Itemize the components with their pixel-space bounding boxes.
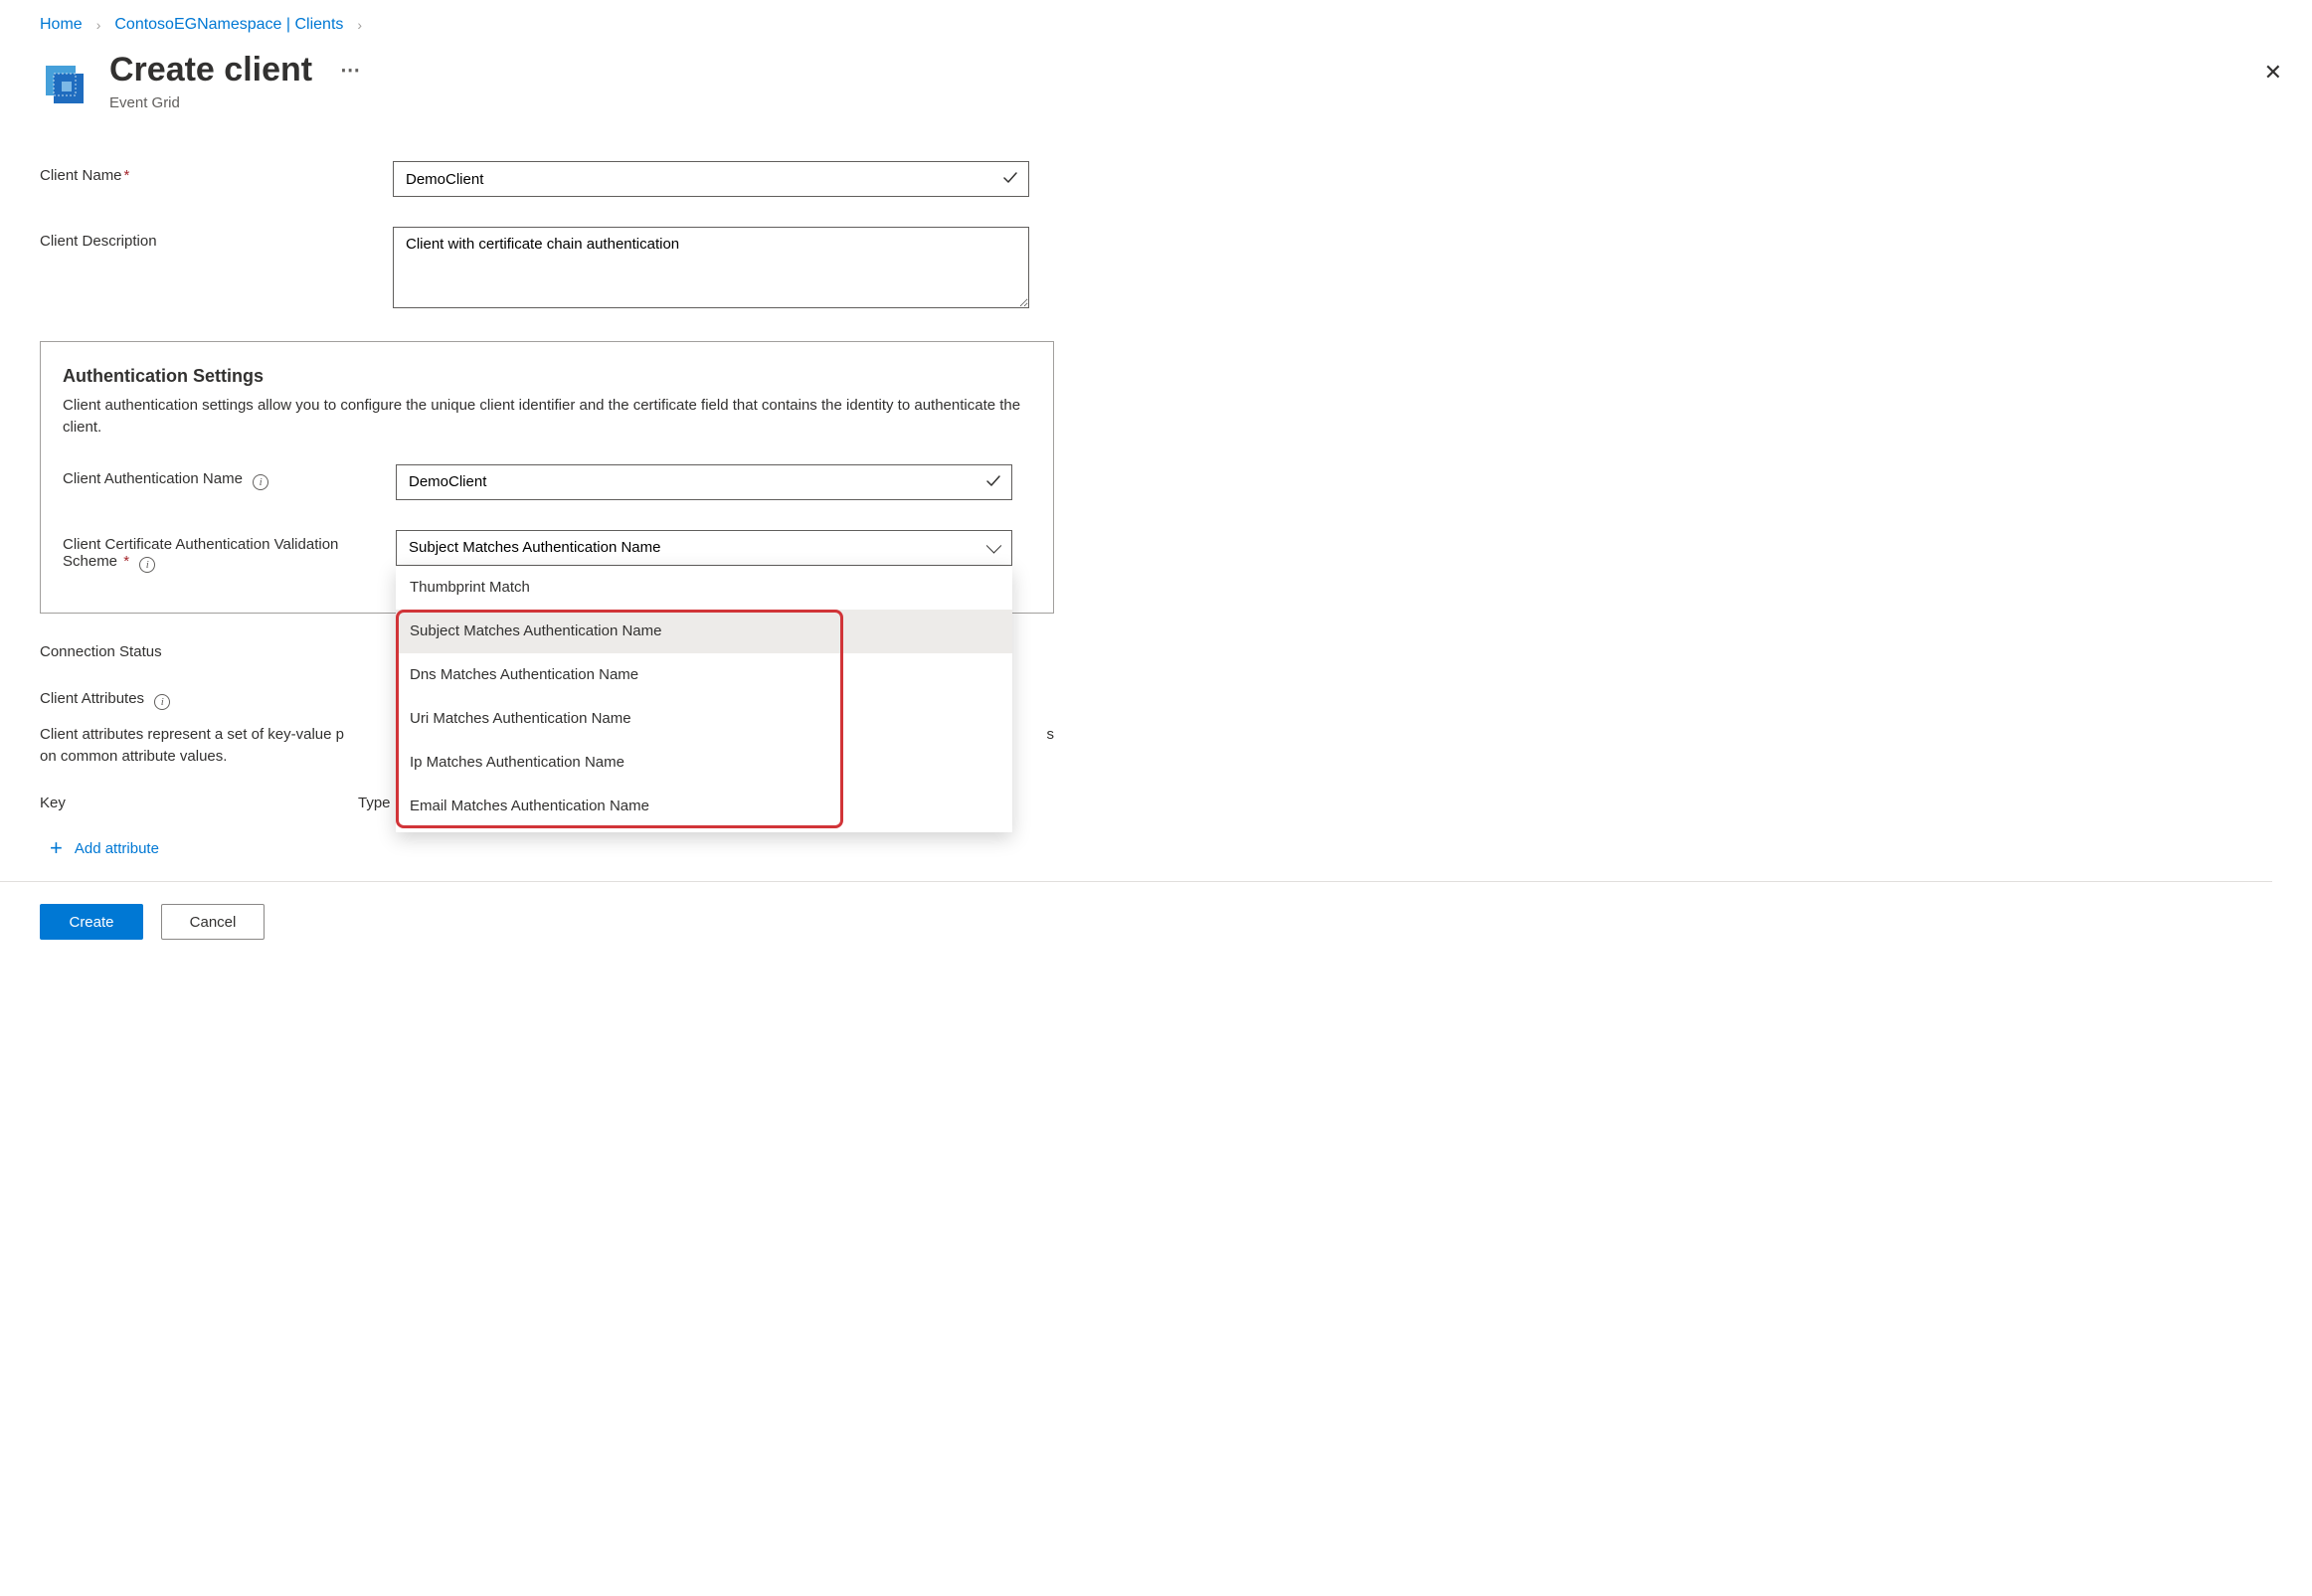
- client-auth-name-input[interactable]: [396, 464, 1012, 500]
- breadcrumb-namespace[interactable]: ContosoEGNamespace | Clients: [114, 16, 343, 34]
- column-key-header: Key: [40, 795, 358, 811]
- validation-scheme-label: Client Certificate Authentication Valida…: [63, 530, 396, 573]
- close-icon[interactable]: ✕: [2254, 52, 2292, 93]
- cancel-button[interactable]: Cancel: [161, 904, 265, 940]
- breadcrumb-home[interactable]: Home: [40, 16, 83, 34]
- client-name-input[interactable]: [393, 161, 1029, 197]
- validation-scheme-option[interactable]: Dns Matches Authentication Name: [396, 653, 1012, 697]
- authentication-settings-title: Authentication Settings: [63, 366, 1031, 387]
- client-name-label: Client Name*: [40, 161, 393, 184]
- plus-icon: +: [50, 837, 63, 859]
- column-type-header: Type: [358, 795, 391, 811]
- validation-scheme-option[interactable]: Email Matches Authentication Name: [396, 785, 1012, 828]
- breadcrumb: Home › ContosoEGNamespace | Clients ›: [40, 0, 2272, 52]
- client-description-label: Client Description: [40, 227, 393, 250]
- create-button[interactable]: Create: [40, 904, 143, 940]
- info-icon[interactable]: i: [154, 694, 170, 710]
- client-attributes-label: Client Attributes: [40, 690, 144, 707]
- page-title: Create client: [109, 52, 312, 89]
- validation-scheme-option[interactable]: Thumbprint Match: [396, 566, 1012, 610]
- resource-icon: [40, 58, 88, 105]
- more-actions-button[interactable]: ⋯: [340, 60, 361, 82]
- authentication-settings-section: Authentication Settings Client authentic…: [40, 341, 1054, 614]
- validation-scheme-dropdown-panel: Thumbprint MatchSubject Matches Authenti…: [396, 566, 1012, 832]
- client-description-textarea[interactable]: [393, 227, 1029, 308]
- chevron-right-icon: ›: [96, 17, 101, 33]
- client-auth-name-label: Client Authentication Name i: [63, 464, 396, 490]
- info-icon[interactable]: i: [139, 557, 155, 573]
- info-icon[interactable]: i: [253, 474, 268, 490]
- validation-scheme-dropdown[interactable]: Subject Matches Authentication Name: [396, 530, 1012, 566]
- chevron-right-icon: ›: [357, 17, 362, 33]
- validation-scheme-option[interactable]: Subject Matches Authentication Name: [396, 610, 1012, 653]
- validation-scheme-option[interactable]: Ip Matches Authentication Name: [396, 741, 1012, 785]
- add-attribute-button[interactable]: + Add attribute: [40, 833, 161, 863]
- authentication-settings-description: Client authentication settings allow you…: [63, 395, 1031, 439]
- validation-scheme-option[interactable]: Uri Matches Authentication Name: [396, 697, 1012, 741]
- page-subtitle: Event Grid: [109, 94, 361, 111]
